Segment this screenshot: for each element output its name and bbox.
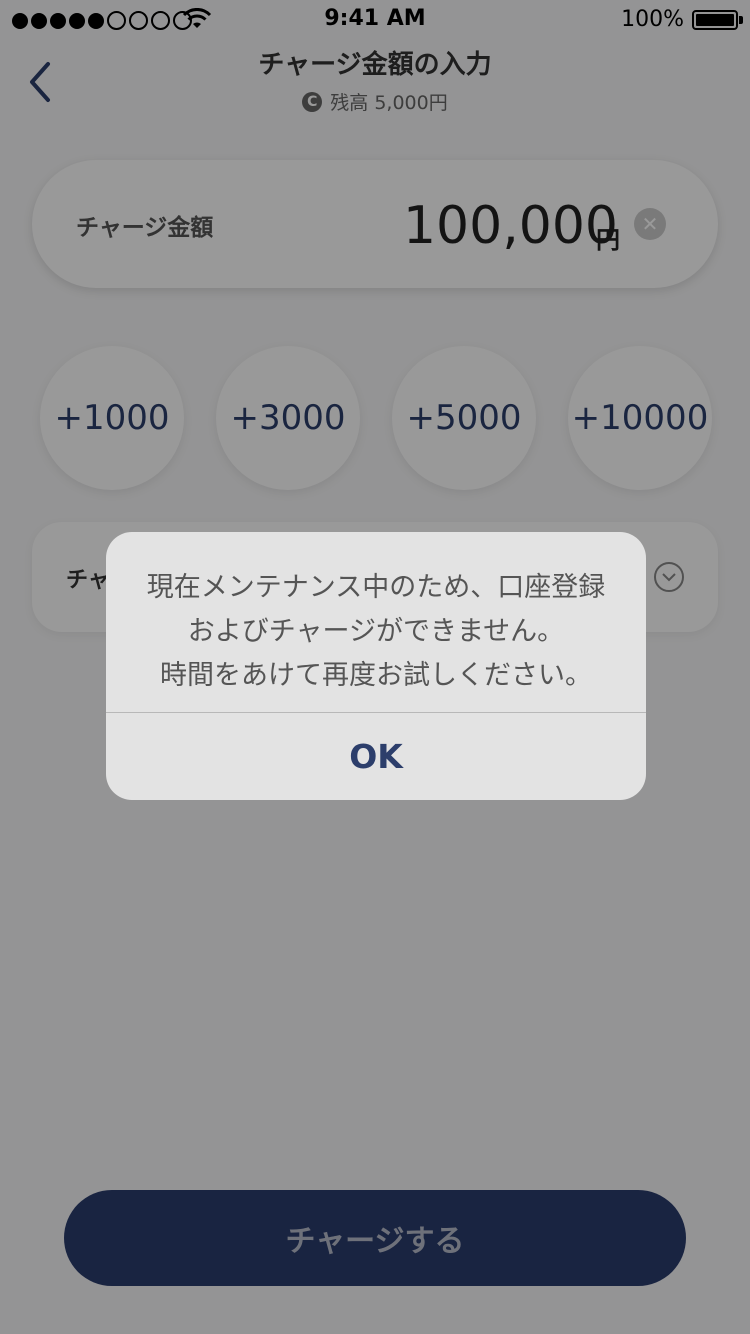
alert-message-line: およびチャージができません。 bbox=[187, 616, 565, 647]
alert-dialog: 現在メンテナンス中のため、口座登録 およびチャージができません。 時間をあけて再… bbox=[106, 532, 646, 800]
ok-button[interactable]: OK bbox=[106, 713, 646, 800]
alert-message: 現在メンテナンス中のため、口座登録 およびチャージができません。 時間をあけて再… bbox=[106, 566, 646, 698]
alert-message-line: 時間をあけて再度お試しください。 bbox=[160, 660, 592, 691]
alert-message-line: 現在メンテナンス中のため、口座登録 bbox=[146, 572, 606, 603]
